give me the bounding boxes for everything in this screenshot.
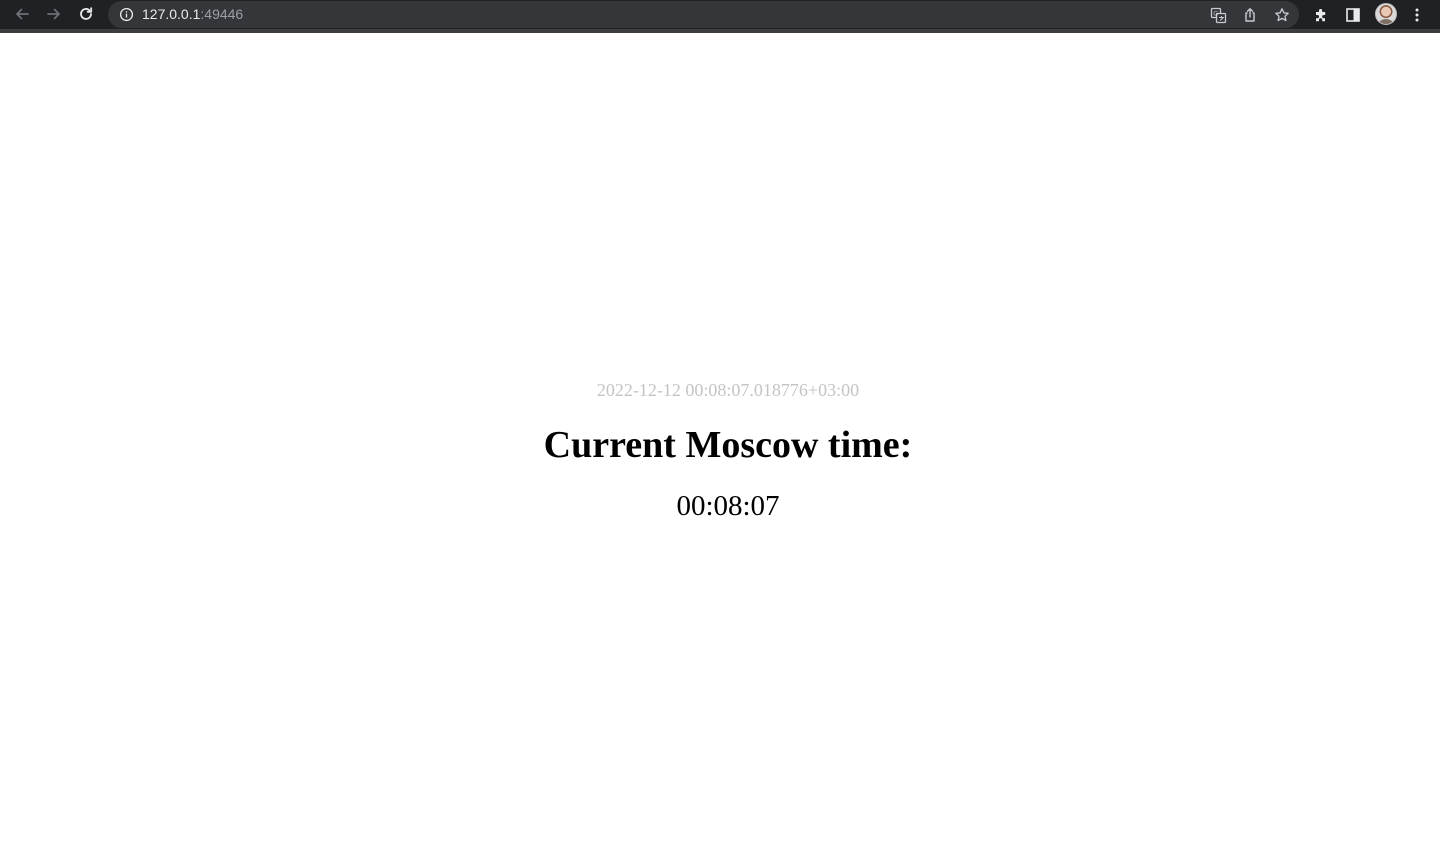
arrow-right-icon [47,8,60,20]
clock-time: 00:08:07 [676,490,780,522]
share-button[interactable] [1240,5,1260,25]
timestamp-text: 2022-12-12 00:08:07.018776+03:00 [596,380,860,400]
arrow-left-icon [16,8,29,20]
back-button[interactable] [10,3,34,25]
kebab-menu-icon [1415,8,1419,22]
avatar[interactable] [1375,3,1397,25]
bookmark-button[interactable] [1272,5,1292,25]
extensions-button[interactable] [1310,4,1332,26]
star-icon [1275,8,1289,22]
page-content: 2022-12-12 00:08:07.018776+03:00 Current… [0,33,1440,854]
page-title: Current Moscow time: [543,424,913,466]
share-icon [1245,8,1255,22]
side-panel-icon [1346,8,1360,22]
url-host: 127.0.0.1 [142,6,201,22]
url-text[interactable]: 127.0.0.1:49446 [142,6,243,23]
side-panel-button[interactable] [1342,4,1364,26]
menu-button[interactable] [1406,4,1428,26]
forward-button[interactable] [42,3,66,25]
reload-icon [80,7,93,20]
info-circle-icon[interactable] [119,7,134,22]
url-port: :49446 [200,6,244,22]
address-bar[interactable]: 127.0.0.1:49446 G [108,1,1299,28]
translate-icon: G [1210,7,1226,23]
translate-button[interactable]: G [1208,5,1228,25]
puzzle-icon [1315,8,1325,21]
reload-button[interactable] [74,3,98,25]
browser-toolbar: 127.0.0.1:49446 G [0,0,1440,33]
svg-text:G: G [1213,10,1218,17]
